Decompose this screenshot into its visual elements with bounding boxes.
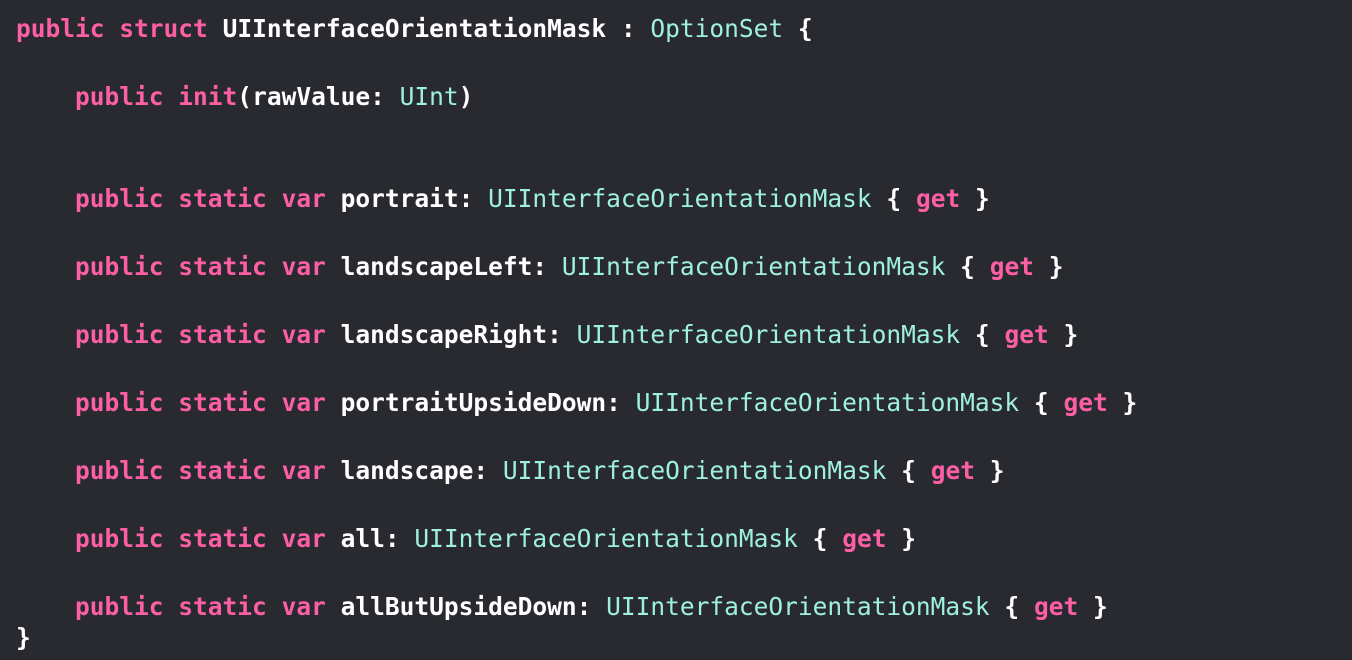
member-line: public static var landscapeRight: UIInte… — [75, 320, 1079, 349]
keyword-init: init — [178, 82, 238, 111]
member-line: public static var portraitUpsideDown: UI… — [75, 388, 1138, 417]
struct-closing-brace: } — [16, 623, 31, 652]
member-type: UIInterfaceOrientationMask — [635, 388, 1020, 417]
member-line: public static var all: UIInterfaceOrient… — [75, 524, 916, 553]
colon: : — [620, 14, 636, 43]
open-brace: { — [797, 14, 813, 43]
member-type: UIInterfaceOrientationMask — [414, 524, 798, 553]
keyword-get: get — [1033, 592, 1079, 621]
keyword-get: get — [1004, 320, 1049, 349]
member-name: all: — [340, 524, 400, 553]
member-type: UIInterfaceOrientationMask — [488, 184, 872, 213]
member-name: portraitUpsideDown: — [340, 388, 621, 417]
keyword-get: get — [989, 252, 1034, 281]
member-name: landscape: — [340, 456, 489, 485]
init-param-label: rawValue: — [252, 82, 385, 111]
keyword-get: get — [915, 184, 961, 213]
member-type: UIInterfaceOrientationMask — [606, 592, 990, 621]
member-name: landscapeLeft: — [340, 252, 548, 281]
member-type: UIInterfaceOrientationMask — [576, 320, 961, 349]
code-editor: public struct UIInterfaceOrientationMask… — [0, 0, 1352, 660]
keyword-get: get — [1063, 388, 1108, 417]
keyword-public: public — [16, 14, 105, 43]
member-line: public static var portrait: UIInterfaceO… — [75, 184, 990, 213]
init-param-type: UInt — [399, 82, 459, 111]
keyword-get: get — [930, 456, 975, 485]
member-name: portrait: — [340, 184, 474, 213]
member-type: UIInterfaceOrientationMask — [502, 456, 887, 485]
member-line: public static var landscapeLeft: UIInter… — [75, 252, 1064, 281]
keyword-public: public — [75, 82, 164, 111]
member-name: landscapeRight: — [340, 320, 562, 349]
struct-declaration-line: public struct UIInterfaceOrientationMask… — [16, 12, 813, 46]
protocol-name: OptionSet — [650, 14, 784, 43]
keyword-struct: struct — [119, 14, 208, 43]
member-line: public static var allButUpsideDown: UIIn… — [75, 592, 1108, 621]
member-name: allButUpsideDown: — [340, 592, 592, 621]
keyword-get: get — [842, 524, 887, 553]
member-line: public static var landscape: UIInterface… — [75, 456, 1005, 485]
init-declaration-line: public init(rawValue: UInt) — [75, 82, 474, 111]
struct-name: UIInterfaceOrientationMask — [222, 14, 607, 43]
member-type: UIInterfaceOrientationMask — [561, 252, 946, 281]
